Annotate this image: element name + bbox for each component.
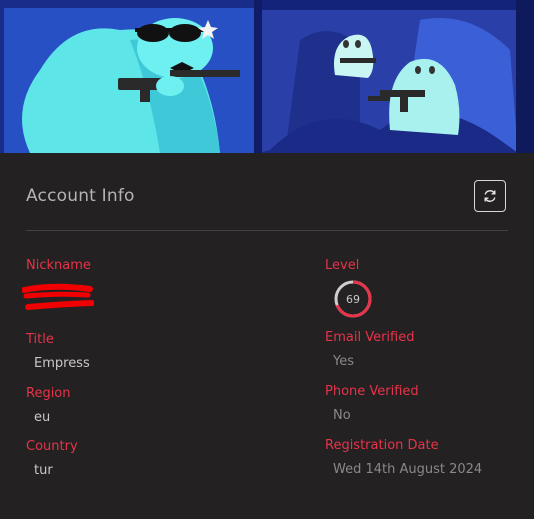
level-field: Level (325, 258, 359, 273)
header-divider (26, 230, 508, 231)
email-verified-field: Email Verified Yes (325, 330, 414, 369)
country-value: tur (34, 463, 53, 478)
registration-date-label: Registration Date (325, 438, 439, 453)
level-label: Level (325, 258, 360, 273)
profile-banner (0, 0, 534, 153)
level-progress-ring: 69 (334, 280, 372, 318)
title-label: Title (26, 332, 54, 347)
refresh-button[interactable] (474, 180, 506, 212)
nickname-label: Nickname (26, 258, 91, 273)
registration-date-value: Wed 14th August 2024 (333, 462, 483, 477)
refresh-icon (484, 190, 496, 202)
title-field: Title Empress (26, 332, 90, 371)
registration-date-field: Registration Date Wed 14th August 2024 (325, 438, 482, 477)
phone-verified-label: Phone Verified (325, 384, 419, 399)
level-value: 69 (346, 293, 360, 306)
title-value: Empress (34, 356, 90, 371)
region-label: Region (26, 386, 71, 401)
phone-verified-field: Phone Verified No (325, 384, 419, 423)
country-label: Country (26, 439, 78, 454)
region-field: Region eu (26, 386, 71, 425)
email-verified-value: Yes (333, 354, 354, 369)
phone-verified-value: No (333, 408, 351, 423)
region-value: eu (34, 410, 51, 425)
page-title: Account Info (26, 186, 135, 206)
banner-artwork (0, 0, 534, 153)
redaction-scribble (22, 283, 94, 310)
nickname-field: Nickname (26, 258, 91, 282)
email-verified-label: Email Verified (325, 330, 415, 345)
country-field: Country tur (26, 439, 78, 478)
